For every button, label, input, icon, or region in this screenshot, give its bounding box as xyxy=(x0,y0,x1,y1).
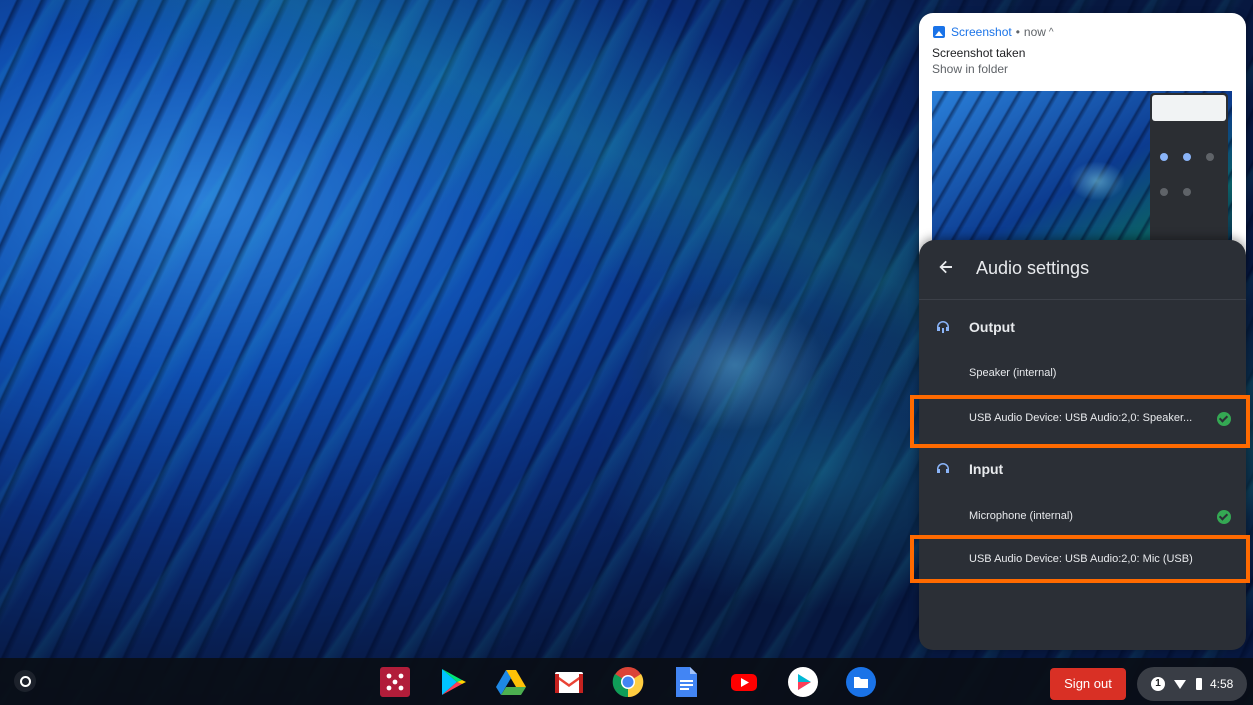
highlight-box-input xyxy=(910,535,1250,583)
system-tray[interactable]: 1 4:58 xyxy=(1137,667,1247,701)
chrome-icon[interactable] xyxy=(612,666,644,698)
wifi-icon xyxy=(1174,680,1186,689)
thumbnail-nightlight-icon xyxy=(1160,188,1168,196)
thumbnail-accessibility-icon xyxy=(1183,188,1191,196)
clock: 4:58 xyxy=(1210,677,1234,691)
notification-app-name: Screenshot xyxy=(951,25,1012,39)
youtube-icon[interactable] xyxy=(728,666,760,698)
battery-icon xyxy=(1196,678,1202,690)
notification-time: now xyxy=(1023,25,1046,39)
highlight-box-output xyxy=(910,395,1250,448)
files-icon[interactable] xyxy=(845,666,877,698)
headset-icon xyxy=(935,319,951,335)
thumbnail-bluetooth-icon xyxy=(1183,153,1191,161)
arrow-left-icon[interactable] xyxy=(935,259,957,281)
thumbnail-notification xyxy=(1152,95,1226,121)
audio-settings-header: Audio settings xyxy=(919,240,1246,300)
notification-separator: • xyxy=(1015,25,1020,39)
mic-icon xyxy=(935,461,951,477)
classroom-app-icon[interactable] xyxy=(379,666,411,698)
gmail-icon[interactable] xyxy=(553,666,585,698)
panel-title: Audio settings xyxy=(976,258,1090,278)
output-section-label: Output xyxy=(969,319,1015,335)
play-store-icon[interactable] xyxy=(437,666,469,698)
thumbnail-quick-settings xyxy=(1150,93,1228,263)
screenshot-notification[interactable]: Screenshot • now ^ Screenshot taken Show… xyxy=(919,13,1246,273)
notification-count-badge: 1 xyxy=(1151,677,1165,691)
launcher-button[interactable] xyxy=(14,670,36,692)
output-device-speaker-internal[interactable]: Speaker (internal) xyxy=(919,356,1246,392)
device-label: Speaker (internal) xyxy=(969,367,1057,379)
notification-title: Screenshot taken xyxy=(932,46,1026,60)
screenshot-app-icon xyxy=(933,26,945,38)
input-section-label: Input xyxy=(969,461,1004,477)
device-label: Microphone (internal) xyxy=(969,510,1073,522)
google-drive-icon[interactable] xyxy=(495,666,527,698)
check-circle-icon xyxy=(1217,510,1231,524)
thumbnail-notification-icon xyxy=(1206,153,1214,161)
show-in-folder-link[interactable]: Show in folder xyxy=(932,62,1008,76)
notification-header: Screenshot • now ^ xyxy=(933,25,1054,39)
google-docs-icon[interactable] xyxy=(670,666,702,698)
input-device-microphone-internal[interactable]: Microphone (internal) xyxy=(919,499,1246,535)
play-movies-icon[interactable] xyxy=(787,666,819,698)
sign-out-button[interactable]: Sign out xyxy=(1050,668,1126,700)
thumbnail-wifi-icon xyxy=(1160,153,1168,161)
chevron-up-icon[interactable]: ^ xyxy=(1049,27,1054,38)
